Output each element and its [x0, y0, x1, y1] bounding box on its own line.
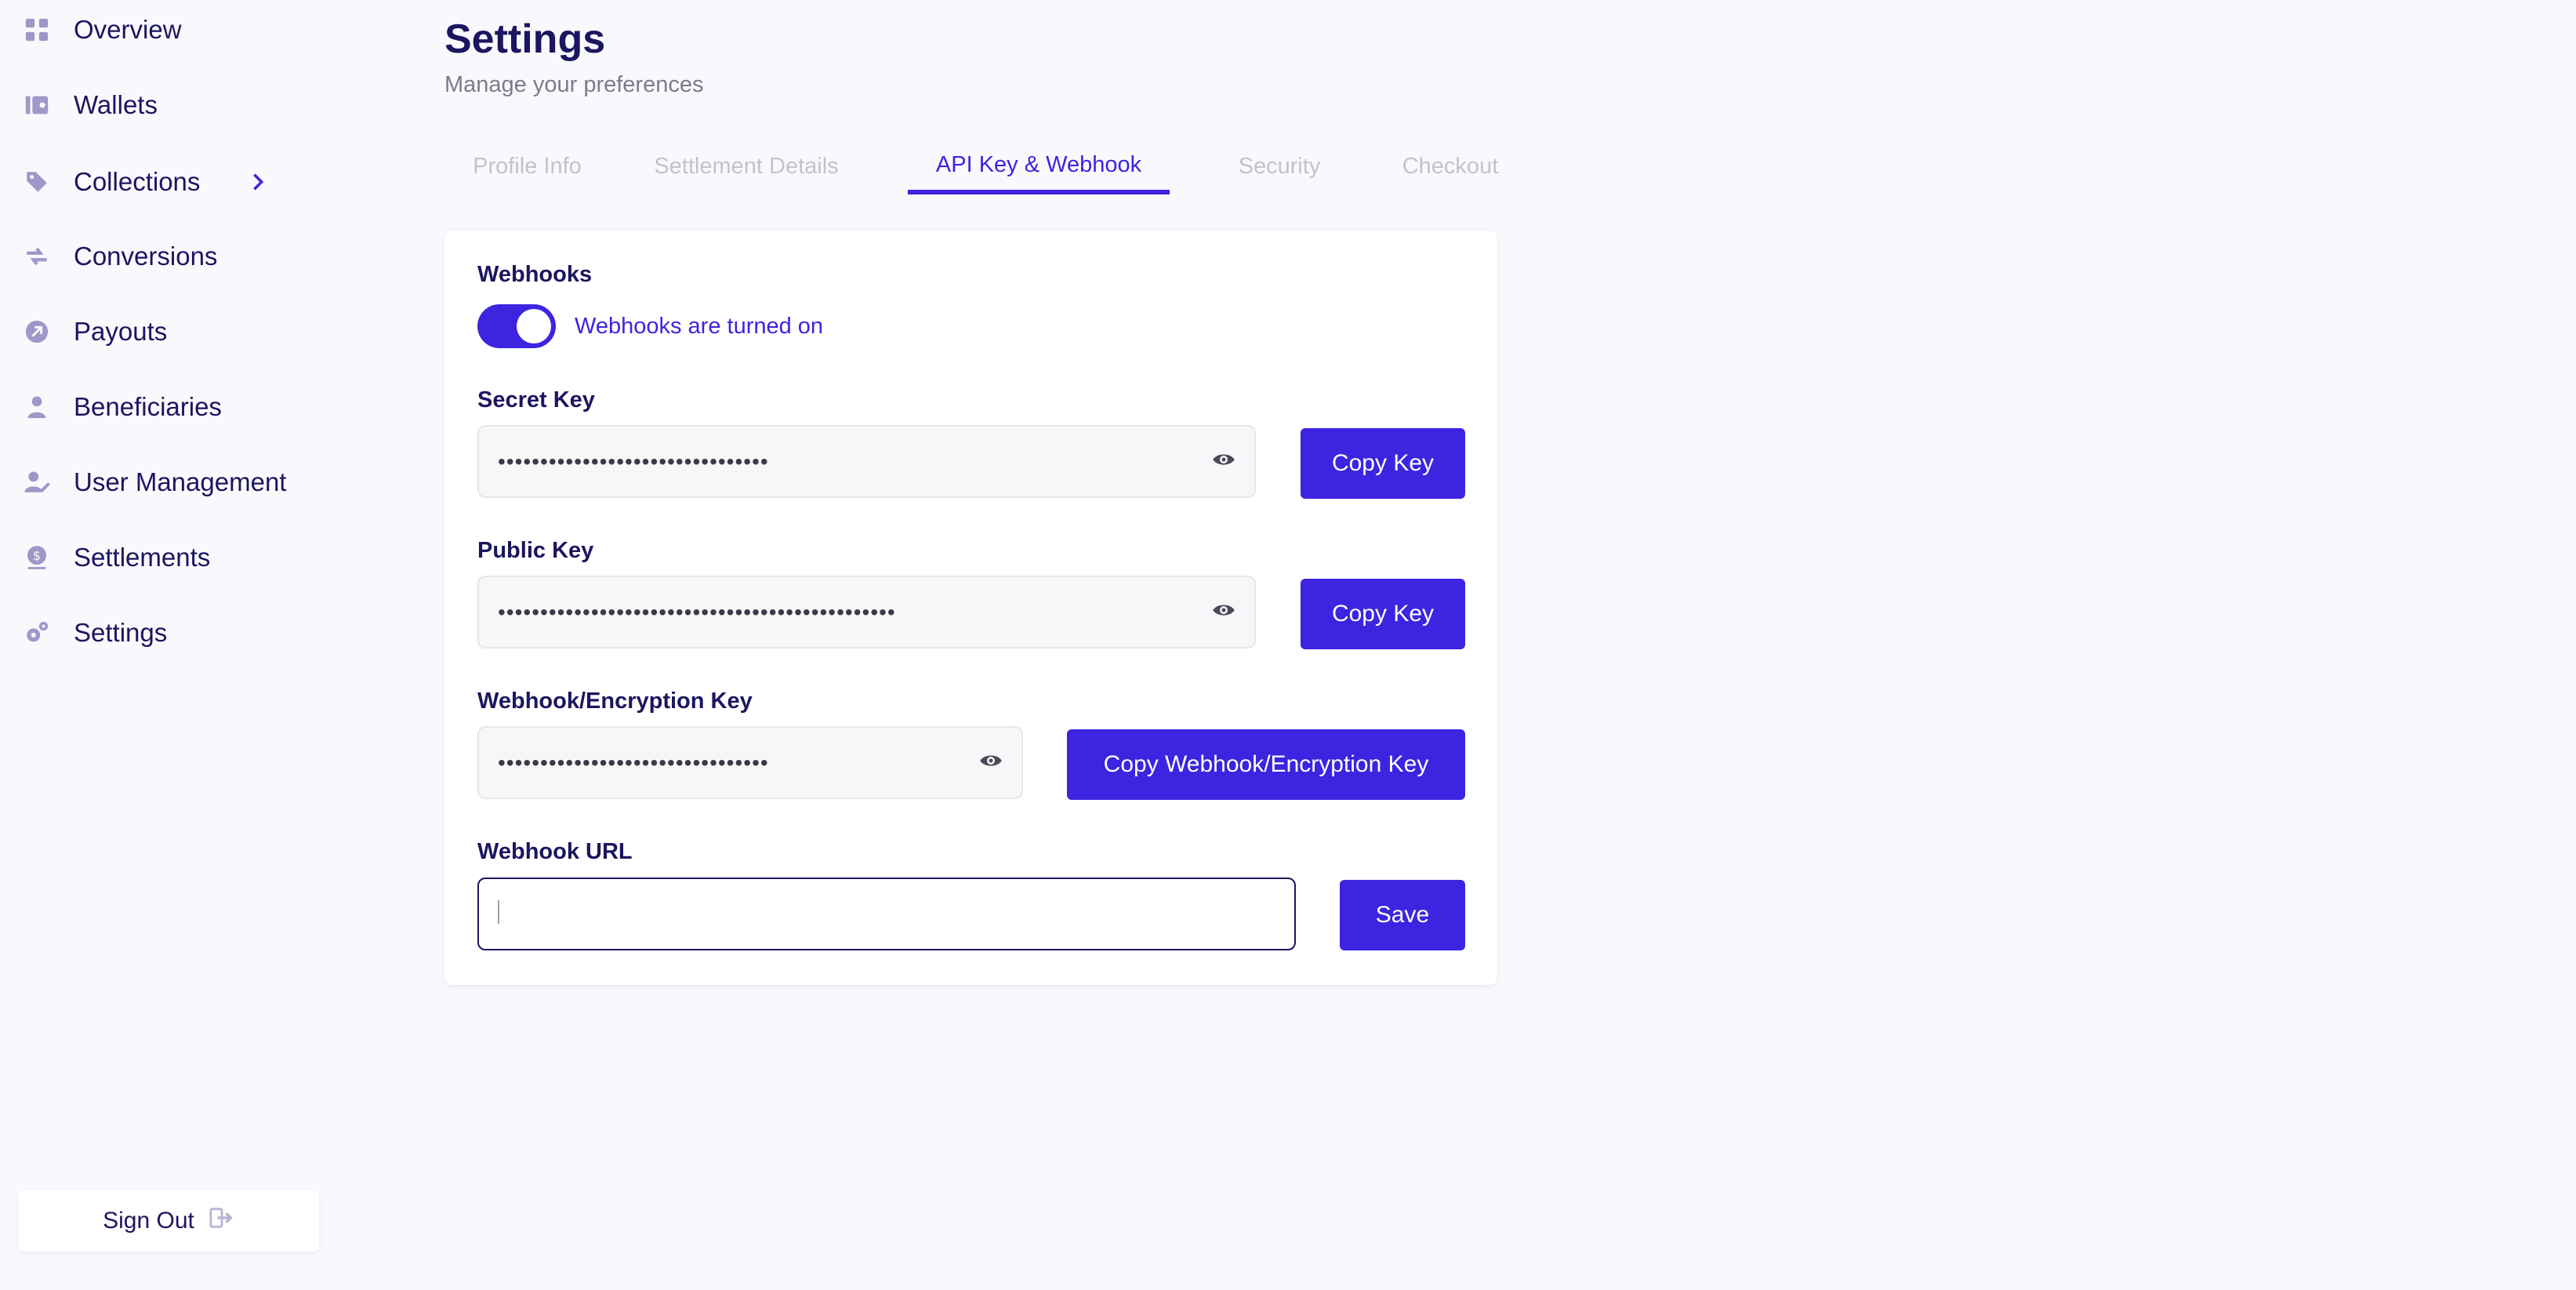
sidebar-item-label: Payouts	[74, 317, 168, 346]
wallet-icon	[22, 90, 52, 120]
webhooks-toggle[interactable]	[477, 304, 556, 348]
toggle-knob	[517, 309, 551, 343]
eye-icon[interactable]	[979, 749, 1003, 776]
settings-tabs: Profile Info Settlement Details API Key …	[444, 140, 1531, 194]
sidebar-item-overview[interactable]: Overview	[22, 6, 182, 53]
public-key-label: Public Key	[477, 538, 594, 563]
swap-icon	[22, 242, 52, 271]
grid-icon	[22, 15, 52, 45]
secret-key-value: ••••••••••••••••••••••••••••••••	[498, 449, 769, 474]
sidebar-item-user-management[interactable]: User Management	[22, 459, 286, 506]
copy-public-key-button[interactable]: Copy Key	[1301, 579, 1465, 649]
webhooks-label: Webhooks	[477, 262, 593, 287]
tab-settlement-details[interactable]: Settlement Details	[611, 140, 881, 193]
svg-text:$: $	[33, 549, 41, 563]
page-subtitle: Manage your preferences	[444, 72, 704, 97]
sidebar-item-label: Overview	[74, 15, 182, 44]
gear-icon	[22, 618, 52, 648]
user-edit-icon	[22, 467, 52, 497]
save-webhook-url-button[interactable]: Save	[1340, 880, 1465, 950]
chevron-right-icon[interactable]	[247, 171, 269, 193]
sign-out-button[interactable]: Sign Out	[19, 1190, 319, 1252]
encryption-key-field[interactable]: ••••••••••••••••••••••••••••••••	[477, 726, 1023, 799]
sign-out-icon	[209, 1205, 235, 1237]
secret-key-label: Secret Key	[477, 387, 595, 412]
sign-out-label: Sign Out	[103, 1208, 194, 1234]
copy-encryption-key-button[interactable]: Copy Webhook/Encryption Key	[1067, 729, 1465, 800]
public-key-field[interactable]: ••••••••••••••••••••••••••••••••••••••••…	[477, 576, 1256, 649]
text-caret	[498, 900, 499, 924]
tab-security[interactable]: Security	[1205, 140, 1354, 193]
webhook-url-label: Webhook URL	[477, 839, 633, 864]
sidebar-item-beneficiaries[interactable]: Beneficiaries	[22, 383, 222, 431]
copy-secret-key-button[interactable]: Copy Key	[1301, 428, 1465, 499]
encryption-key-value: ••••••••••••••••••••••••••••••••	[498, 750, 769, 775]
sidebar-item-label: Settlements	[74, 543, 211, 572]
sidebar-item-label: Settings	[74, 618, 168, 647]
arrow-circle-icon	[22, 317, 52, 347]
sidebar-item-label: Collections	[74, 167, 201, 196]
api-webhook-card: Webhooks Webhooks are turned on Secret K…	[444, 231, 1497, 985]
dollar-coin-icon: $	[22, 543, 52, 572]
webhook-url-input[interactable]	[477, 878, 1296, 950]
sidebar: Overview Wallets Collections Conversions…	[0, 0, 337, 1290]
sidebar-item-label: Beneficiaries	[74, 392, 222, 421]
sidebar-item-settings[interactable]: Settings	[22, 609, 167, 656]
person-icon	[22, 392, 52, 422]
eye-icon[interactable]	[1212, 598, 1235, 626]
sidebar-item-payouts[interactable]: Payouts	[22, 308, 167, 355]
sidebar-item-wallets[interactable]: Wallets	[22, 82, 158, 129]
tag-icon	[22, 167, 52, 197]
tab-checkout[interactable]: Checkout	[1370, 140, 1531, 193]
webhooks-toggle-row: Webhooks are turned on	[477, 304, 823, 348]
sidebar-item-label: Conversions	[74, 242, 218, 271]
tab-api-key-webhook[interactable]: API Key & Webhook	[908, 140, 1170, 194]
sidebar-item-collections[interactable]: Collections	[22, 158, 269, 205]
sidebar-item-settlements[interactable]: $ Settlements	[22, 534, 210, 581]
encryption-key-label: Webhook/Encryption Key	[477, 689, 753, 714]
sidebar-item-conversions[interactable]: Conversions	[22, 233, 217, 280]
sidebar-item-label: Wallets	[74, 90, 158, 119]
public-key-value: ••••••••••••••••••••••••••••••••••••••••…	[498, 599, 896, 624]
eye-icon[interactable]	[1212, 448, 1235, 475]
tab-profile-info[interactable]: Profile Info	[444, 140, 610, 193]
page-title: Settings	[444, 16, 606, 62]
webhooks-status-text: Webhooks are turned on	[575, 313, 824, 339]
sidebar-item-label: User Management	[74, 467, 287, 496]
secret-key-field[interactable]: ••••••••••••••••••••••••••••••••	[477, 425, 1256, 498]
